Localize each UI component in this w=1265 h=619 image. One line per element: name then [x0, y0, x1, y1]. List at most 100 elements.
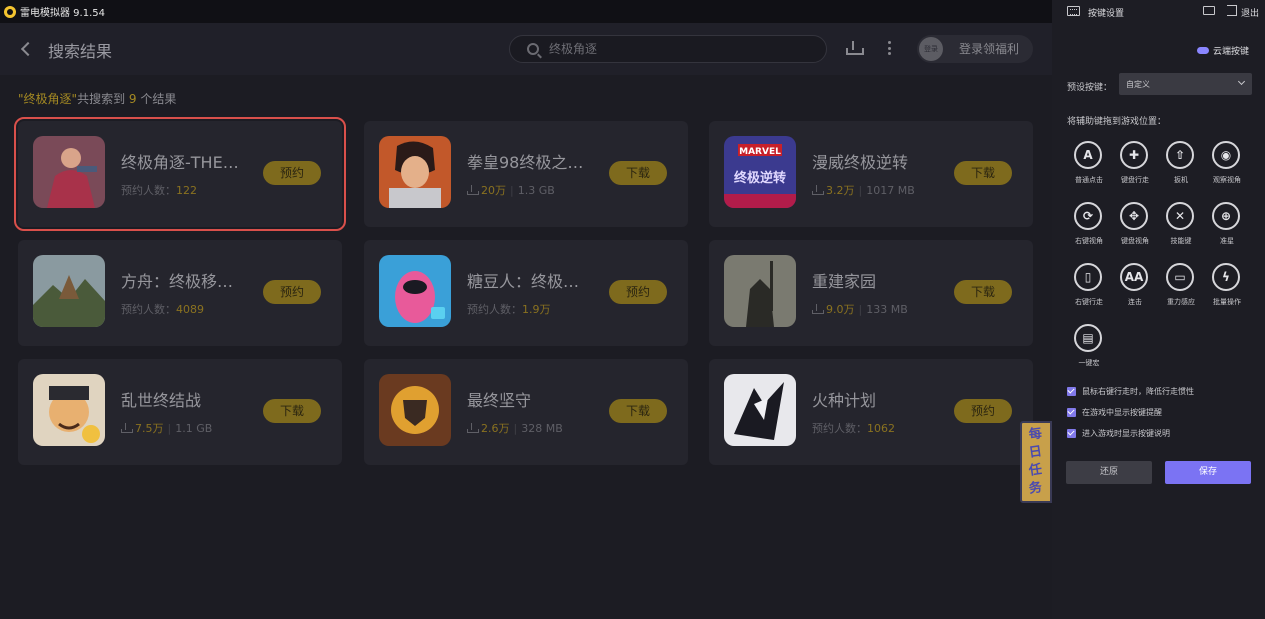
- tool-macro[interactable]: ▤ 一键宏: [1066, 324, 1112, 374]
- tool-skill[interactable]: ✕ 技能键: [1158, 202, 1204, 252]
- checkbox-checked-icon[interactable]: [1067, 387, 1076, 396]
- tool-gravity[interactable]: ▭ 重力感应: [1158, 263, 1204, 313]
- tool-eye[interactable]: ◉ 观察视角: [1204, 141, 1250, 191]
- option-checkbox[interactable]: 鼠标右键行走时，降低行走惯性: [1067, 386, 1194, 397]
- reserve-count-label: 预约人数：: [812, 422, 867, 435]
- download-count: 9.0万: [826, 303, 855, 316]
- marvel-brand-text: MARVEL: [739, 147, 781, 157]
- search-box[interactable]: [509, 35, 827, 63]
- exit-icon[interactable]: [1227, 5, 1237, 16]
- game-name[interactable]: 最终坚守: [467, 387, 531, 411]
- game-card[interactable]: 拳皇98终极之… 20万 | 1.3 GB 下载: [364, 121, 688, 227]
- folder-icon[interactable]: [1203, 6, 1215, 15]
- tool-dpad[interactable]: ✚ 键盘行走: [1112, 141, 1158, 191]
- save-button[interactable]: 保存: [1165, 461, 1251, 484]
- game-meta: 7.5万 | 1.1 GB: [121, 420, 212, 436]
- option-checkbox[interactable]: 在游戏中显示按键提醒: [1067, 407, 1162, 418]
- game-name[interactable]: 火种计划: [812, 387, 876, 411]
- game-meta: 3.2万 | 1017 MB: [812, 182, 915, 198]
- game-name[interactable]: 漫威终极逆转: [812, 149, 908, 173]
- game-icon[interactable]: [33, 255, 105, 327]
- reserve-button[interactable]: 预约: [609, 280, 667, 304]
- download-button[interactable]: 下载: [263, 399, 321, 423]
- tool-label: 连击: [1128, 298, 1142, 306]
- game-name[interactable]: 终极角逐-THE…: [121, 149, 239, 173]
- game-icon[interactable]: [379, 374, 451, 446]
- exit-button[interactable]: 退出: [1241, 6, 1259, 19]
- preset-value: 自定义: [1126, 80, 1150, 89]
- game-card[interactable]: 糖豆人：终极… 预约人数：1.9万 预约: [364, 240, 688, 346]
- tool-label: 准星: [1220, 237, 1234, 245]
- download-button[interactable]: 下载: [954, 161, 1012, 185]
- tool-label: 右键视角: [1075, 237, 1103, 245]
- tool-keyboard-view[interactable]: ✥ 键盘视角: [1112, 202, 1158, 252]
- game-icon[interactable]: [724, 255, 796, 327]
- tool-combo[interactable]: AA 连击: [1112, 263, 1158, 313]
- game-card[interactable]: 方舟：终极移… 预约人数：4089 预约: [18, 240, 342, 346]
- reserve-button[interactable]: 预约: [263, 161, 321, 185]
- tool-crosshair[interactable]: ⊕ 准星: [1204, 202, 1250, 252]
- tool-trigger[interactable]: ⇧ 扳机: [1158, 141, 1204, 191]
- game-card[interactable]: 乱世终结战 7.5万 | 1.1 GB 下载: [18, 359, 342, 465]
- reserve-count-label: 预约人数：: [467, 303, 522, 316]
- reserve-button[interactable]: 预约: [954, 399, 1012, 423]
- game-card[interactable]: 火种计划预约人数：1062 预约: [709, 359, 1033, 465]
- game-icon[interactable]: [379, 255, 451, 327]
- game-card[interactable]: MARVEL 终极逆转 漫威终极逆转 3.2万 | 1017 MB 下载: [709, 121, 1033, 227]
- key-settings-panel: 按键设置 退出 云端按键 预设按键： 自定义 将辅助键拖到游戏位置： A 普通点击…: [1052, 0, 1265, 619]
- game-name[interactable]: 拳皇98终极之…: [467, 149, 583, 173]
- game-name[interactable]: 重建家园: [812, 268, 876, 292]
- right-view-icon: ⟳: [1074, 202, 1102, 230]
- tool-label: 批量操作: [1213, 298, 1241, 306]
- cloud-icon: [1197, 47, 1209, 54]
- checkbox-label: 鼠标右键行走时，降低行走惯性: [1082, 387, 1194, 396]
- game-card[interactable]: 重建家园 9.0万 | 133 MB 下载: [709, 240, 1033, 346]
- game-icon[interactable]: [724, 374, 796, 446]
- reserve-button[interactable]: 预约: [263, 280, 321, 304]
- keyboard-view-icon: ✥: [1120, 202, 1148, 230]
- restore-button[interactable]: 还原: [1066, 461, 1152, 484]
- download-manager-icon[interactable]: [846, 41, 864, 55]
- download-button[interactable]: 下载: [609, 161, 667, 185]
- back-arrow-icon[interactable]: [18, 40, 34, 58]
- tool-batch[interactable]: ϟ 批量操作: [1204, 263, 1250, 313]
- game-card[interactable]: 终极角逐-THE… 预约人数：122 预约: [14, 117, 346, 231]
- option-checkbox[interactable]: 进入游戏时显示按键说明: [1067, 428, 1170, 439]
- tool-tap[interactable]: A 普通点击: [1066, 141, 1112, 191]
- tool-mouse[interactable]: ▯ 右键行走: [1066, 263, 1112, 313]
- search-results-page: 搜索结果 登录 登录领福利 "终极角逐"共搜索到 9 个结果 终极角逐-THE……: [0, 23, 1052, 619]
- game-icon[interactable]: [379, 136, 451, 208]
- game-icon[interactable]: [33, 136, 105, 208]
- game-card[interactable]: 最终坚守 2.6万 | 328 MB 下载: [364, 359, 688, 465]
- search-keyword: 终极角逐: [23, 92, 72, 106]
- tool-right-view[interactable]: ⟳ 右键视角: [1066, 202, 1112, 252]
- daily-task-tab[interactable]: 每 日 任 务: [1020, 421, 1052, 503]
- keyboard-icon: [1067, 6, 1080, 16]
- tool-label: 重力感应: [1167, 298, 1195, 306]
- login-button[interactable]: 登录 登录领福利: [917, 35, 1033, 63]
- game-name[interactable]: 糖豆人：终极…: [467, 268, 579, 292]
- tool-label: 普通点击: [1075, 176, 1103, 184]
- download-button[interactable]: 下载: [609, 399, 667, 423]
- download-count: 3.2万: [826, 184, 855, 197]
- cloud-keys-button[interactable]: 云端按键: [1197, 44, 1249, 57]
- reserve-count: 1062: [867, 422, 895, 435]
- checkbox-checked-icon[interactable]: [1067, 408, 1076, 417]
- game-icon[interactable]: MARVEL 终极逆转: [724, 136, 796, 208]
- result-count: 9: [128, 92, 137, 106]
- preset-label: 预设按键：: [1067, 83, 1113, 93]
- search-input[interactable]: [549, 41, 809, 55]
- game-name[interactable]: 方舟：终极移…: [121, 268, 233, 292]
- tool-label: 观察视角: [1213, 176, 1241, 184]
- game-name[interactable]: 乱世终结战: [121, 387, 201, 411]
- checkbox-checked-icon[interactable]: [1067, 429, 1076, 438]
- preset-dropdown[interactable]: 自定义: [1119, 73, 1252, 95]
- game-icon[interactable]: [33, 374, 105, 446]
- download-button[interactable]: 下载: [954, 280, 1012, 304]
- reserve-count: 1.9万: [522, 303, 551, 316]
- macro-icon: ▤: [1074, 324, 1102, 352]
- download-count: 7.5万: [135, 422, 164, 435]
- download-count-icon: [121, 423, 133, 433]
- file-size: 328 MB: [521, 422, 563, 435]
- more-menu-icon[interactable]: [887, 41, 891, 55]
